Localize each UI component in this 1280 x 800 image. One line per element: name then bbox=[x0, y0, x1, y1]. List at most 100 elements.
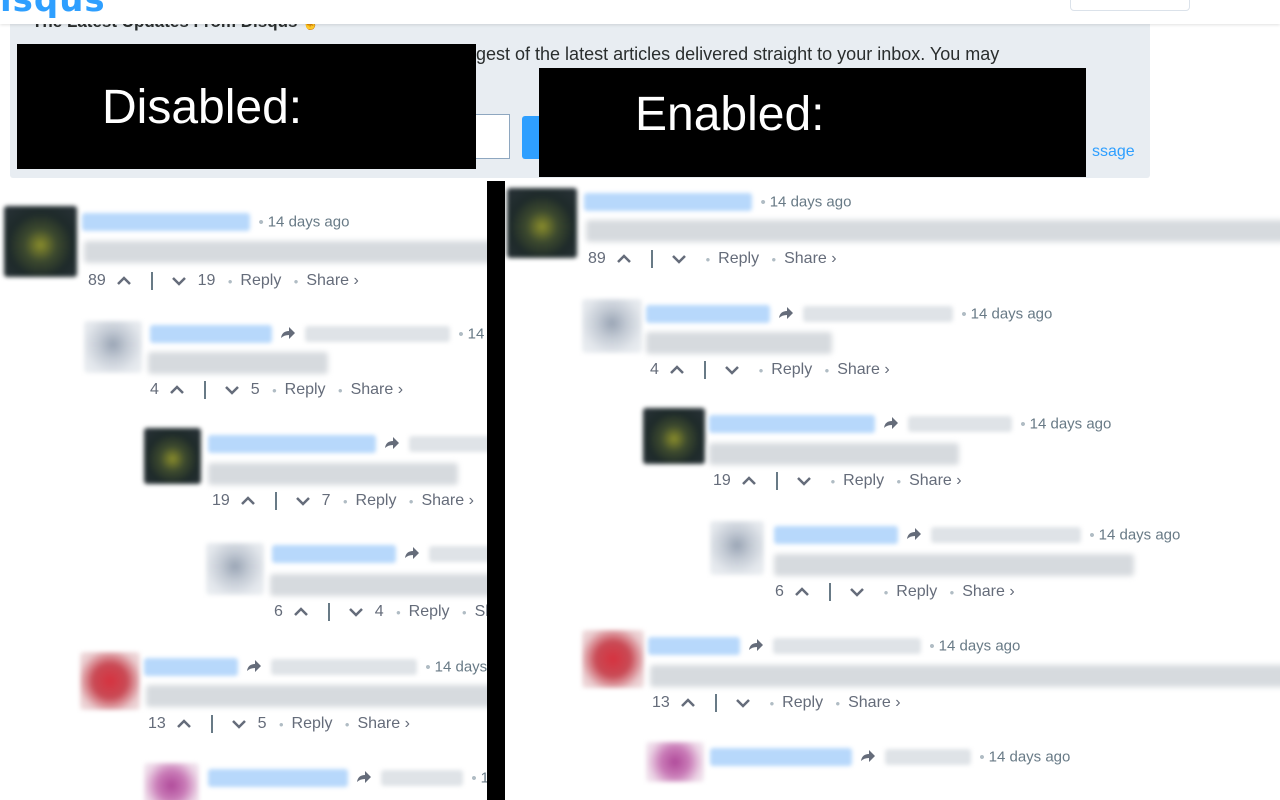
author-name[interactable] bbox=[774, 526, 898, 544]
downvote-icon[interactable] bbox=[671, 253, 687, 265]
reply-button[interactable]: Reply bbox=[843, 472, 884, 489]
timestamp[interactable]: 14 days ago bbox=[971, 306, 1053, 323]
avatar[interactable] bbox=[643, 408, 705, 464]
upvote-icon[interactable] bbox=[176, 718, 192, 730]
replied-to-name[interactable] bbox=[408, 436, 490, 452]
author-name[interactable] bbox=[709, 415, 875, 433]
share-button[interactable]: Share › bbox=[784, 250, 836, 267]
avatar[interactable] bbox=[80, 652, 140, 710]
author-name[interactable] bbox=[144, 658, 238, 676]
reply-button[interactable]: Reply bbox=[718, 250, 759, 267]
avatar[interactable] bbox=[582, 299, 642, 353]
enabled-label: Enabled: bbox=[635, 88, 825, 141]
reply-button[interactable]: Reply bbox=[356, 492, 397, 509]
author-name[interactable] bbox=[208, 769, 348, 787]
downvote-icon[interactable] bbox=[724, 364, 740, 376]
comment-actions: 89 • Reply • Share › bbox=[588, 250, 837, 268]
replied-to-name[interactable] bbox=[930, 527, 1081, 543]
timestamp[interactable]: 14 days ago bbox=[268, 214, 350, 231]
avatar[interactable] bbox=[582, 630, 644, 688]
downvote-count: 7 bbox=[321, 492, 331, 509]
upvote-icon[interactable] bbox=[293, 606, 309, 618]
share-button[interactable]: Share › bbox=[848, 694, 900, 711]
share-button[interactable]: Share › bbox=[357, 715, 409, 732]
upvote-icon[interactable] bbox=[794, 586, 810, 598]
author-name[interactable] bbox=[648, 637, 740, 655]
downvote-icon[interactable] bbox=[348, 606, 364, 618]
reply-button[interactable]: Reply bbox=[240, 272, 281, 289]
share-button[interactable]: Share › bbox=[962, 583, 1014, 600]
share-button[interactable]: Share › bbox=[421, 492, 473, 509]
replied-to-name[interactable] bbox=[270, 659, 417, 675]
replied-to-name[interactable] bbox=[428, 546, 490, 562]
downvote-icon[interactable] bbox=[295, 495, 311, 507]
reply-button[interactable]: Reply bbox=[896, 583, 937, 600]
downvote-icon[interactable] bbox=[735, 697, 751, 709]
reply-arrow-icon bbox=[861, 750, 876, 762]
author-name[interactable] bbox=[272, 545, 396, 563]
comment-text bbox=[270, 574, 490, 596]
share-button[interactable]: Share › bbox=[909, 472, 961, 489]
upvote-icon[interactable] bbox=[669, 364, 685, 376]
replied-to-name[interactable] bbox=[380, 770, 463, 786]
author-name[interactable] bbox=[646, 305, 770, 323]
replied-to-name[interactable] bbox=[907, 416, 1012, 432]
author-name[interactable] bbox=[710, 748, 852, 766]
upvote-icon[interactable] bbox=[116, 275, 132, 287]
header-button[interactable] bbox=[1070, 0, 1190, 11]
replied-to-name[interactable] bbox=[304, 326, 450, 342]
avatar[interactable] bbox=[84, 321, 142, 373]
upvote-icon[interactable] bbox=[169, 384, 185, 396]
avatar[interactable] bbox=[144, 763, 199, 800]
reply-button[interactable]: Reply bbox=[771, 361, 812, 378]
timestamp[interactable]: 14 days ago bbox=[1099, 527, 1181, 544]
upvote-count: 89 bbox=[88, 272, 106, 289]
downvote-icon[interactable] bbox=[796, 475, 812, 487]
upvote-count: 4 bbox=[150, 381, 159, 398]
share-button[interactable]: Share › bbox=[837, 361, 889, 378]
avatar[interactable] bbox=[144, 428, 201, 484]
author-name[interactable] bbox=[150, 325, 272, 343]
reply-arrow-icon bbox=[405, 547, 420, 559]
timestamp[interactable]: 14 days ag bbox=[435, 659, 490, 676]
reply-arrow-icon bbox=[749, 639, 764, 651]
upvote-icon[interactable] bbox=[616, 253, 632, 265]
timestamp[interactable]: 14 days ago bbox=[770, 194, 852, 211]
downvote-icon[interactable] bbox=[224, 384, 240, 396]
replied-to-name[interactable] bbox=[802, 306, 953, 322]
downvote-icon[interactable] bbox=[849, 586, 865, 598]
share-button[interactable]: Share › bbox=[351, 381, 403, 398]
comment-actions: 89 19 • Reply • Share › bbox=[88, 272, 359, 290]
disqus-logo[interactable]: isqus bbox=[0, 0, 106, 20]
avatar[interactable] bbox=[710, 521, 764, 575]
downvote-icon[interactable] bbox=[231, 718, 247, 730]
downvote-icon[interactable] bbox=[171, 275, 187, 287]
avatar[interactable] bbox=[646, 742, 704, 782]
comment-text bbox=[774, 554, 1134, 576]
reply-button[interactable]: Reply bbox=[409, 603, 450, 620]
replied-to-name[interactable] bbox=[884, 749, 971, 765]
reply-arrow-icon bbox=[385, 437, 400, 449]
reply-button[interactable]: Reply bbox=[285, 381, 326, 398]
comment-actions: 19 • Reply • Share › bbox=[713, 472, 962, 490]
timestamp[interactable]: 14 days ago bbox=[1030, 416, 1112, 433]
timestamp[interactable]: 14 days ago bbox=[939, 638, 1021, 655]
comment-text bbox=[709, 443, 959, 465]
upvote-icon[interactable] bbox=[741, 475, 757, 487]
reply-button[interactable]: Reply bbox=[782, 694, 823, 711]
upvote-icon[interactable] bbox=[240, 495, 256, 507]
avatar[interactable] bbox=[206, 543, 264, 595]
email-field[interactable] bbox=[476, 114, 510, 159]
share-button[interactable]: Share › bbox=[306, 272, 358, 289]
avatar[interactable] bbox=[4, 206, 77, 277]
author-name[interactable] bbox=[584, 193, 752, 211]
replied-to-name[interactable] bbox=[772, 638, 921, 654]
avatar[interactable] bbox=[507, 188, 577, 258]
timestamp[interactable]: 14 days ago bbox=[989, 749, 1071, 766]
author-name[interactable] bbox=[82, 213, 250, 231]
upvote-icon[interactable] bbox=[680, 697, 696, 709]
newsletter-link[interactable]: ssage bbox=[1092, 143, 1135, 161]
author-name[interactable] bbox=[208, 435, 376, 453]
comment-text bbox=[650, 665, 1280, 687]
reply-button[interactable]: Reply bbox=[292, 715, 333, 732]
